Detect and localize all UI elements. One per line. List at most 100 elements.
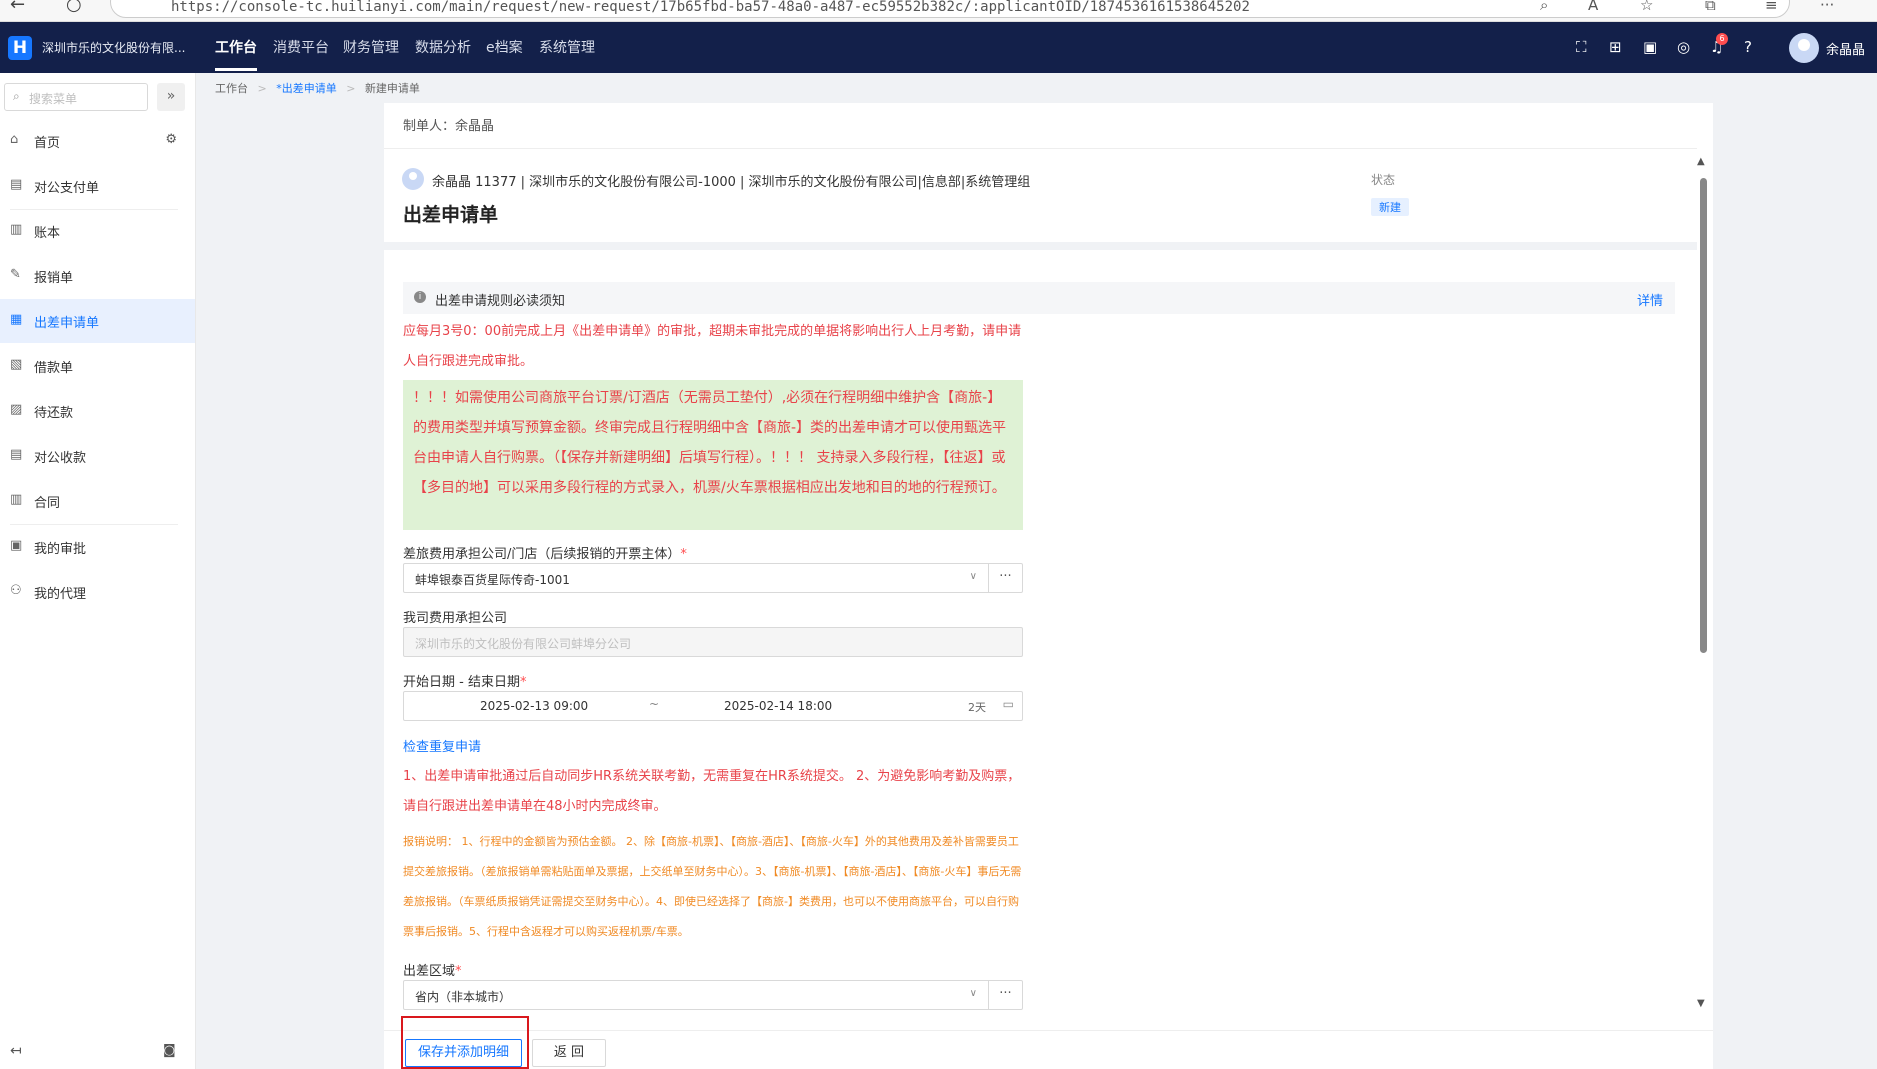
date-range-picker[interactable]: 2025-02-13 09:00 ~ 2025-02-14 18:00 2天 ▭ bbox=[403, 691, 1023, 721]
breadcrumb-new-request: 新建申请单 bbox=[364, 82, 420, 95]
company-field-label: 差旅费用承担公司/门店（后续报销的开票主体）* bbox=[403, 547, 687, 562]
our-company-field-label: 我司费用承担公司 bbox=[403, 611, 508, 626]
sidebar-item-contract[interactable]: ▥ 合同 bbox=[0, 479, 195, 523]
help-icon[interactable]: ? bbox=[1744, 38, 1752, 56]
receipt-icon: ▤ bbox=[10, 447, 23, 462]
form-title: 出差申请单 bbox=[403, 204, 499, 226]
hr-sync-notice: 1、出差申请审批通过后自动同步HR系统关联考勤，无需重复在HR系统提交。 2、为… bbox=[403, 769, 1021, 814]
user-name[interactable]: 余晶晶 bbox=[1826, 39, 1865, 58]
breadcrumb-travel-request[interactable]: *出差申请单 bbox=[276, 82, 337, 95]
reimbursement-notes: 报销说明： 1、行程中的金额皆为预估金额。 2、除【商旅-机票】、【商旅-酒店】… bbox=[403, 835, 1022, 938]
travel-platform-notice: ！！！如需使用公司商旅平台订票/订酒店（无需员工垫付）,必须在行程明细中维护含【… bbox=[403, 380, 1023, 530]
contract-icon: ▥ bbox=[10, 492, 23, 507]
end-date[interactable]: 2025-02-14 18:00 bbox=[724, 699, 832, 713]
notice-title: 出差申请规则必读须知 bbox=[435, 294, 566, 309]
menu-e-archive[interactable]: e档案 bbox=[486, 37, 523, 57]
address-bar[interactable]: https://console-tc.huilianyi.com/main/re… bbox=[110, 0, 1790, 18]
scroll-down-arrow-icon[interactable]: ▼ bbox=[1697, 998, 1705, 1009]
applicant-avatar bbox=[402, 168, 424, 190]
menu-analytics[interactable]: 数据分析 bbox=[415, 37, 471, 57]
start-date[interactable]: 2025-02-13 09:00 bbox=[480, 699, 588, 713]
back-arrow-icon[interactable]: ← bbox=[10, 0, 25, 15]
our-company-field: 深圳市乐的文化股份有限公司蚌埠分公司 bbox=[403, 627, 1023, 657]
notice-detail-link[interactable]: 详情 bbox=[1637, 290, 1663, 309]
duration-days: 2天 bbox=[968, 701, 986, 714]
chevron-down-icon: ∨ bbox=[969, 988, 977, 999]
browser-toolbar: ← ○ https://console-tc.huilianyi.com/mai… bbox=[0, 0, 1877, 22]
favorite-star-icon[interactable]: ☆ bbox=[1640, 0, 1653, 14]
menu-finance[interactable]: 财务管理 bbox=[343, 37, 399, 57]
sidebar-item-my-approvals[interactable]: ▣ 我的审批 bbox=[0, 525, 195, 569]
approval-icon: ▣ bbox=[10, 538, 23, 553]
status-badge: 新建 bbox=[1371, 198, 1409, 216]
book-icon: ▥ bbox=[10, 222, 23, 237]
home-icon: ⌂ bbox=[10, 132, 19, 147]
logout-icon[interactable]: ↤ bbox=[10, 1043, 22, 1059]
menu-consumption[interactable]: 消费平台 bbox=[273, 37, 329, 57]
reload-icon[interactable]: ○ bbox=[66, 0, 82, 15]
document-icon: ▤ bbox=[10, 177, 23, 192]
sidebar-item-corporate-receipt[interactable]: ▤ 对公收款 bbox=[0, 434, 195, 478]
rules-notice: i 出差申请规则必读须知 详情 bbox=[403, 282, 1675, 314]
breadcrumb: 工作台 > *出差申请单 > 新建申请单 bbox=[215, 80, 426, 96]
clipboard-icon: ▦ bbox=[10, 312, 23, 327]
sidebar-item-home[interactable]: ⌂ 首页 ⚙ bbox=[0, 119, 195, 163]
sidebar-item-travel-request[interactable]: ▦ 出差申请单 bbox=[0, 299, 195, 343]
divider bbox=[384, 148, 1697, 149]
sidebar-item-reimbursement[interactable]: ✎ 报销单 bbox=[0, 254, 195, 298]
browser-menu-icon[interactable]: ··· bbox=[1820, 0, 1834, 14]
app-logo[interactable]: H bbox=[8, 36, 32, 60]
sidebar-item-loan[interactable]: ▧ 借款单 bbox=[0, 344, 195, 388]
repayment-icon: ▨ bbox=[10, 402, 23, 417]
menu-system[interactable]: 系统管理 bbox=[539, 37, 595, 57]
date-separator: ~ bbox=[649, 697, 660, 711]
sidebar-collapse-button[interactable]: » bbox=[157, 83, 185, 111]
date-range-label: 开始日期 - 结束日期* bbox=[403, 675, 527, 690]
fullscreen-icon[interactable]: ⛶ bbox=[1576, 38, 1587, 56]
collections-icon[interactable]: ≡ bbox=[1765, 0, 1778, 14]
breadcrumb-separator: > bbox=[257, 82, 267, 95]
user-avatar[interactable] bbox=[1789, 33, 1819, 63]
info-icon: i bbox=[414, 291, 426, 303]
loan-icon: ▧ bbox=[10, 357, 23, 372]
form-maker: 制单人：余晶晶 bbox=[403, 119, 495, 134]
edit-document-icon: ✎ bbox=[10, 267, 21, 282]
menu-workbench[interactable]: 工作台 bbox=[215, 37, 257, 71]
travel-region-label: 出差区域* bbox=[403, 964, 462, 979]
sidebar-item-corporate-payment[interactable]: ▤ 对公支付单 bbox=[0, 164, 195, 208]
check-duplicate-link[interactable]: 检查重复申请 bbox=[403, 736, 481, 755]
sidebar-item-pending-repayment[interactable]: ▨ 待还款 bbox=[0, 389, 195, 433]
camera-icon[interactable]: ◙ bbox=[163, 1043, 176, 1058]
scroll-up-arrow-icon[interactable]: ▲ bbox=[1697, 156, 1705, 167]
tasks-icon[interactable]: ▣ bbox=[1643, 38, 1657, 56]
sidebar-item-my-delegates[interactable]: ⚇ 我的代理 bbox=[0, 570, 195, 614]
zoom-icon[interactable]: ⌕ bbox=[1540, 0, 1548, 14]
location-icon[interactable]: ◎ bbox=[1677, 38, 1690, 56]
expense-company-select[interactable]: 蚌埠银泰百货星际传奇-1001 ∨ ··· bbox=[403, 563, 1023, 593]
breadcrumb-separator: > bbox=[346, 82, 356, 95]
gear-icon[interactable]: ⚙ bbox=[165, 132, 177, 147]
status-label: 状态 bbox=[1371, 173, 1396, 187]
travel-region-select[interactable]: 省内（非本城市） ∨ ··· bbox=[403, 980, 1023, 1010]
sidebar: ⌕ 搜索菜单 » ⌂ 首页 ⚙ ▤ 对公支付单 ▥ 账本 ✎ 报销单 ▦ 出差申… bbox=[0, 73, 196, 1069]
scrollbar-thumb[interactable] bbox=[1700, 178, 1707, 653]
highlight-annotation-box bbox=[401, 1016, 529, 1069]
back-button[interactable]: 返 回 bbox=[532, 1039, 606, 1067]
applicant-info: 余晶晶 11377 | 深圳市乐的文化股份有限公司-1000 | 深圳市乐的文化… bbox=[432, 175, 1031, 190]
user-icon: ⚇ bbox=[10, 583, 22, 598]
read-aloud-icon[interactable]: A bbox=[1588, 0, 1598, 14]
notification-badge: 6 bbox=[1716, 33, 1728, 45]
breadcrumb-workbench[interactable]: 工作台 bbox=[215, 82, 248, 95]
apps-grid-icon[interactable]: ⊞ bbox=[1609, 38, 1622, 56]
split-screen-icon[interactable]: ⧉ bbox=[1705, 0, 1716, 14]
section-gap bbox=[384, 242, 1697, 250]
chevron-down-icon: ∨ bbox=[969, 571, 977, 582]
search-icon: ⌕ bbox=[13, 89, 20, 103]
more-options-button[interactable]: ··· bbox=[988, 564, 1022, 592]
sidebar-item-ledger[interactable]: ▥ 账本 bbox=[0, 209, 195, 253]
more-options-button[interactable]: ··· bbox=[988, 981, 1022, 1009]
calendar-icon[interactable]: ▭ bbox=[1003, 697, 1014, 711]
company-name[interactable]: 深圳市乐的文化股份有限... bbox=[42, 39, 185, 56]
menu-search-input[interactable]: ⌕ 搜索菜单 bbox=[4, 83, 148, 111]
rule-warning: 应每月3号0：00前完成上月《出差申请单》的审批，超期未审批完成的单据将影响出行… bbox=[403, 324, 1022, 369]
